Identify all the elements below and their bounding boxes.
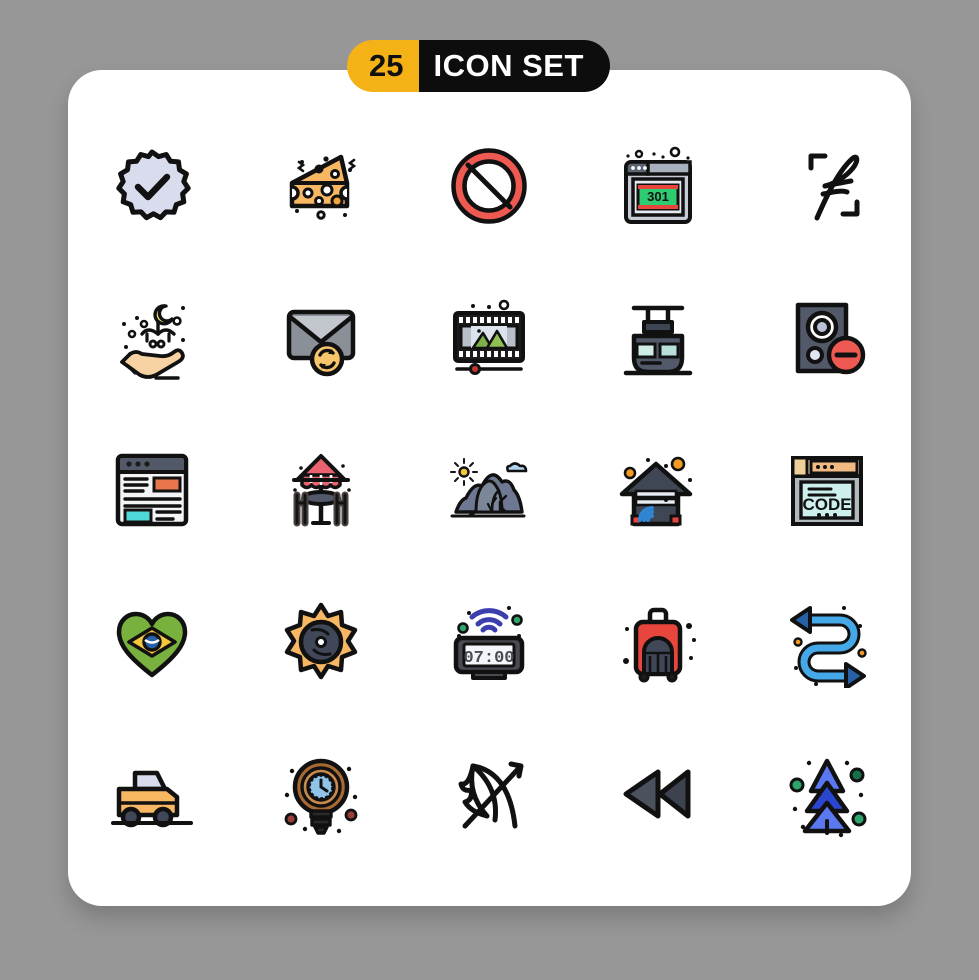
cable-car-icon (623, 305, 693, 376)
icon-cell-smart-alarm-clock[interactable]: 07:00 (405, 566, 574, 718)
icon-cell-christmas-tree[interactable] (742, 718, 911, 870)
mountain-landscape-icon (450, 458, 528, 518)
web-layout-icon (116, 453, 189, 527)
icon-cell-car[interactable] (68, 718, 237, 870)
video-photo-icon (453, 299, 526, 375)
cheese-icon (289, 154, 357, 220)
icon-cell-browser-code[interactable]: CODE (742, 414, 911, 566)
icon-cell-idea-time[interactable] (237, 718, 406, 870)
icon-cell-signature[interactable] (742, 110, 911, 262)
icon-cell-prohibition[interactable] (405, 110, 574, 262)
svg-text:301: 301 (647, 189, 669, 204)
luggage-icon (623, 607, 697, 683)
icon-cell-bow-arrow[interactable] (405, 718, 574, 870)
email-sync-icon (286, 309, 356, 377)
rewind-icon (623, 769, 691, 819)
browser-301-icon: 301 (624, 146, 693, 224)
car-icon (111, 770, 194, 828)
icon-cell-luggage[interactable] (574, 566, 743, 718)
prohibition-icon (451, 148, 528, 224)
icon-cell-patio-table[interactable] (237, 414, 406, 566)
icon-cell-browser-301[interactable]: 301 (574, 110, 743, 262)
icon-set-badge: 25 ICON SET (347, 40, 610, 92)
patio-table-icon (291, 454, 351, 527)
icon-cell-cable-car[interactable] (574, 262, 743, 414)
icon-grid: 301 CODE 07:00 (68, 110, 911, 870)
icon-cell-sun-disc[interactable] (237, 566, 406, 718)
zigzag-arrows-icon (789, 606, 867, 688)
icon-cell-smart-garage[interactable] (574, 414, 743, 566)
svg-text:CODE: CODE (802, 495, 851, 514)
browser-code-icon: CODE (790, 456, 863, 526)
smart-garage-icon (619, 456, 693, 527)
icon-cell-verified-badge[interactable] (68, 110, 237, 262)
eid-hand-icon (120, 304, 186, 380)
verified-badge-icon (116, 149, 191, 221)
idea-time-icon (284, 758, 358, 835)
bow-arrow-icon (458, 761, 524, 829)
icon-cell-cheese[interactable] (237, 110, 406, 262)
icon-cell-email-sync[interactable] (237, 262, 406, 414)
icon-cell-web-layout[interactable] (68, 414, 237, 566)
icon-cell-zigzag-arrows[interactable] (742, 566, 911, 718)
icon-cell-video-photo[interactable] (405, 262, 574, 414)
svg-text:07:00: 07:00 (464, 649, 515, 668)
icon-cell-brazil-heart[interactable] (68, 566, 237, 718)
icon-count: 25 (347, 40, 420, 92)
icon-cell-rewind[interactable] (574, 718, 743, 870)
icon-cell-mountain-landscape[interactable] (405, 414, 574, 566)
brazil-heart-icon (117, 611, 188, 678)
smart-alarm-clock-icon: 07:00 (454, 606, 525, 680)
signature-icon (808, 153, 860, 221)
speaker-minus-icon (795, 302, 865, 375)
sun-disc-icon (284, 602, 358, 680)
christmas-tree-icon (789, 758, 867, 838)
icon-set-title: ICON SET (419, 40, 610, 92)
icon-cell-speaker-minus[interactable] (742, 262, 911, 414)
icon-cell-eid-hand[interactable] (68, 262, 237, 414)
